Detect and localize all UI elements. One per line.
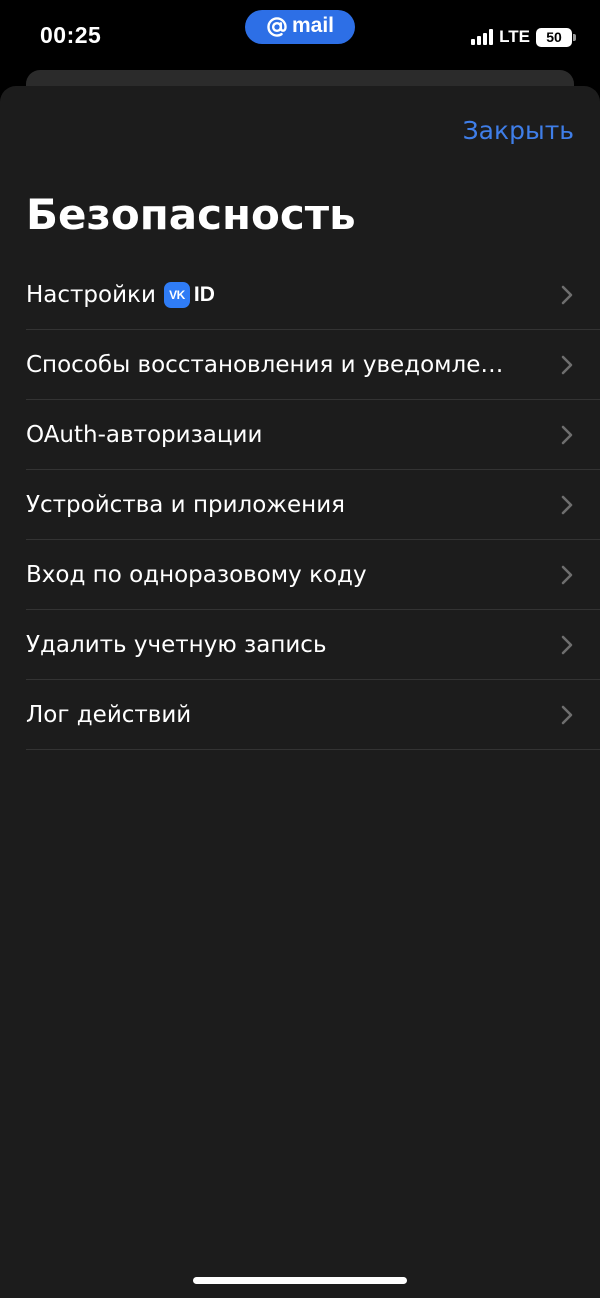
at-sign-icon <box>266 16 288 38</box>
chevron-right-icon <box>561 285 573 304</box>
close-button[interactable]: Закрыть <box>463 116 574 145</box>
menu-item-label: Лог действий <box>26 701 192 728</box>
menu-item-one-time-code[interactable]: Вход по одноразовому коду <box>26 540 600 610</box>
vk-logo-icon: VK <box>163 281 190 308</box>
vk-id-text: ID <box>193 282 215 306</box>
status-bar: 00:25 mail LTE 50 <box>0 0 600 72</box>
home-indicator[interactable] <box>193 1277 407 1284</box>
menu-item-label: OAuth-авторизации <box>26 421 263 448</box>
security-menu-list: Настройки VK ID Способы восстановления и… <box>26 260 600 750</box>
chevron-right-icon <box>561 705 573 724</box>
menu-item-delete-account[interactable]: Удалить учетную запись <box>26 610 600 680</box>
chevron-right-icon <box>561 425 573 444</box>
page-title: Безопасность <box>26 190 356 239</box>
app-pill-label: mail <box>291 14 335 37</box>
menu-item-vk-id-settings[interactable]: Настройки VK ID <box>26 260 600 330</box>
security-sheet: Закрыть Безопасность Настройки VK ID Спо… <box>0 86 600 1298</box>
chevron-right-icon <box>561 495 573 514</box>
menu-item-activity-log[interactable]: Лог действий <box>26 680 600 750</box>
network-type: LTE <box>499 27 530 46</box>
status-time: 00:25 <box>40 22 102 48</box>
menu-item-label: Устройства и приложения <box>26 491 345 518</box>
battery-level: 50 <box>536 27 572 47</box>
menu-item-label: Удалить учетную запись <box>26 631 327 658</box>
menu-item-devices-apps[interactable]: Устройства и приложения <box>26 470 600 540</box>
menu-item-label: Настройки <box>26 281 156 308</box>
menu-item-recovery-methods[interactable]: Способы восстановления и уведомле… <box>26 330 600 400</box>
chevron-right-icon <box>561 635 573 654</box>
chevron-right-icon <box>561 355 573 374</box>
battery-icon: 50 <box>536 27 576 47</box>
menu-item-label: Вход по одноразовому коду <box>26 561 367 588</box>
signal-icon <box>471 29 494 45</box>
menu-item-label: Способы восстановления и уведомле… <box>26 351 504 378</box>
app-indicator-pill[interactable]: mail <box>245 10 355 44</box>
menu-item-oauth[interactable]: OAuth-авторизации <box>26 400 600 470</box>
chevron-right-icon <box>561 565 573 584</box>
vk-id-badge: VK ID <box>163 281 215 308</box>
status-indicators: LTE 50 <box>471 26 576 48</box>
